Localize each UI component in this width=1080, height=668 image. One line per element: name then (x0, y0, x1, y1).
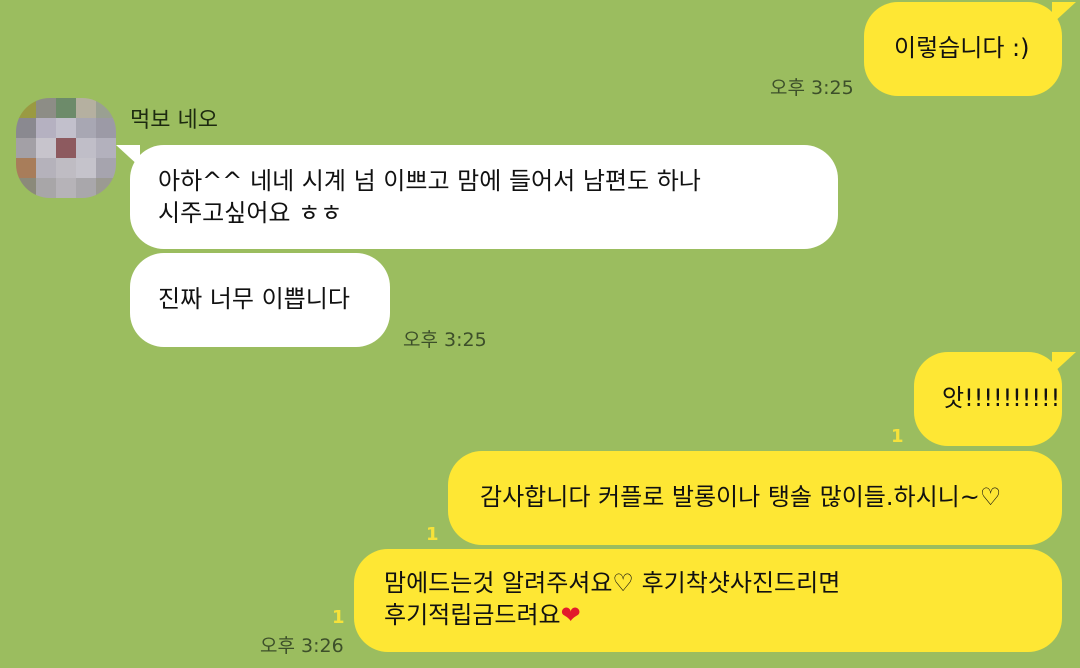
message-text-line: 시주고싶어요 ㅎㅎ (158, 199, 343, 227)
message-text: 이렇습니다 :) (894, 34, 1030, 62)
unread-count: 1 (426, 524, 439, 545)
message-time: 오후 3:26 (260, 635, 344, 657)
heart-icon: ❤ (560, 601, 581, 629)
profile-avatar[interactable] (16, 98, 116, 198)
message-time: 오후 3:25 (770, 77, 854, 99)
message-text-line: 후기적립금드려요❤ (384, 599, 1062, 631)
unread-count: 1 (332, 607, 345, 628)
my-message-bubble[interactable]: 감사합니다 커플로 발롱이나 탱솔 많이들.하시니~♡ (448, 451, 1062, 545)
message-text-line: 아하^^ 네네 시계 넘 이쁘고 맘에 들어서 남편도 하나 (158, 167, 701, 195)
unread-count: 1 (891, 426, 904, 447)
message-time: 오후 3:25 (403, 329, 487, 351)
message-text: 앗!!!!!!!!!! (942, 384, 1061, 412)
message-text-line-2: 후기적립금드려요 (384, 601, 561, 629)
my-message-bubble[interactable]: 맘에드는것 알려주셔요♡ 후기착샷사진드리면 후기적립금드려요❤ (354, 549, 1062, 652)
message-text-line: 맘에드는것 알려주셔요♡ 후기착샷사진드리면 (384, 569, 841, 597)
chat-room: 이렇습니다 :) 오후 3:25 먹보 네오 아하^^ 네네 시계 넘 이쁘고 … (0, 0, 1080, 668)
message-text: 감사합니다 커플로 발롱이나 탱솔 많이들.하시니~♡ (480, 483, 1002, 511)
sender-name: 먹보 네오 (130, 108, 218, 133)
their-message-bubble[interactable]: 아하^^ 네네 시계 넘 이쁘고 맘에 들어서 남편도 하나 시주고싶어요 ㅎㅎ (116, 145, 838, 249)
message-text: 진짜 너무 이쁩니다 (158, 285, 350, 313)
their-message-bubble[interactable]: 진짜 너무 이쁩니다 (130, 253, 390, 347)
my-message-bubble[interactable]: 이렇습니다 :) (864, 2, 1076, 96)
my-message-bubble[interactable]: 앗!!!!!!!!!! (914, 352, 1076, 446)
